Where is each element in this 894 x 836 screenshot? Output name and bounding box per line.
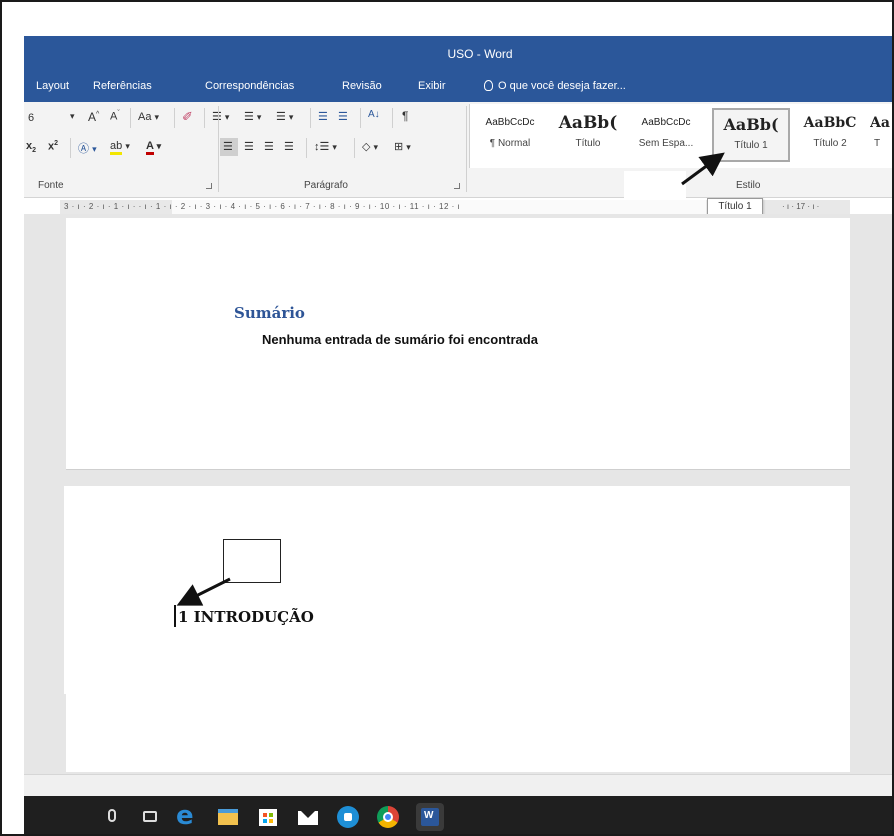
- grow-font-icon[interactable]: A^: [88, 110, 99, 124]
- style-name: T: [874, 138, 881, 149]
- taskbar: e W: [24, 796, 892, 834]
- increase-indent-icon[interactable]: ☰: [338, 110, 348, 123]
- style-heading-2[interactable]: AaBbC Título 2: [792, 108, 868, 162]
- style-heading-1[interactable]: AaBb( Título 1: [712, 108, 790, 162]
- subscript-icon[interactable]: x2: [26, 140, 36, 154]
- justify-icon[interactable]: ☰: [284, 140, 294, 153]
- separator: [204, 108, 205, 128]
- microphone-icon[interactable]: [98, 803, 126, 831]
- separator: [354, 138, 355, 158]
- style-name: Título 1: [734, 140, 768, 151]
- shading-icon[interactable]: ◇ ▾: [362, 140, 378, 153]
- change-case-button[interactable]: Aa ▾: [138, 111, 159, 123]
- style-sample: AaBbCcDc: [641, 117, 691, 128]
- task-view-icon[interactable]: [136, 803, 164, 831]
- separator: [174, 108, 175, 128]
- align-left-glyph: ☰: [223, 141, 233, 153]
- page-2[interactable]: 1 INTRODUÇÃO: [66, 486, 850, 772]
- numbering-icon[interactable]: ☰ ▾: [244, 110, 261, 123]
- separator: [130, 108, 131, 128]
- tab-layout[interactable]: Layout: [36, 80, 69, 92]
- align-center-icon[interactable]: ☰: [244, 140, 254, 153]
- tab-references[interactable]: Referências: [93, 80, 152, 92]
- file-explorer-icon[interactable]: [214, 803, 242, 831]
- style-next[interactable]: Aa T: [870, 108, 892, 162]
- window-title: USO - Word: [447, 47, 513, 61]
- tab-view[interactable]: Exibir: [418, 80, 446, 92]
- text-effects-icon[interactable]: Ⓐ ▾: [78, 140, 97, 156]
- style-name: Título 2: [813, 138, 847, 149]
- superscript-icon[interactable]: x2: [48, 140, 58, 153]
- styles-group-label: Estilo: [736, 180, 761, 191]
- decrease-indent-icon[interactable]: ☰: [318, 110, 328, 123]
- ribbon-tabs: Layout Referências Correspondências Revi…: [24, 72, 892, 102]
- app-icon[interactable]: [334, 803, 362, 831]
- separator: [360, 108, 361, 128]
- tell-me-text: O que você deseja fazer...: [498, 80, 626, 92]
- page-margin-patch: [64, 486, 84, 694]
- tab-review[interactable]: Revisão: [342, 80, 382, 92]
- ribbon: 6 ▾ A^ Aˇ Aa ▾ ✐ ☰ ▾ ☰ ▾ ☰ ▾ ☰ ☰ A↓ ¶ x2…: [24, 102, 892, 198]
- screenshot-frame: USO - Word Layout Referências Correspond…: [0, 0, 894, 836]
- highlight-icon[interactable]: ab ▾: [110, 140, 130, 155]
- change-case-label: Aa: [138, 111, 152, 123]
- store-icon[interactable]: [254, 803, 282, 831]
- ruler-marks: 3 · ı · 2 · ı · 1 · ı · · ı · 1 · ı · 2 …: [64, 202, 461, 211]
- font-group-label: Fonte: [38, 180, 64, 191]
- paragraph-dialog-launcher-icon[interactable]: [454, 183, 460, 189]
- toc-empty-message[interactable]: Nenhuma entrada de sumário foi encontrad…: [262, 332, 538, 347]
- style-name: Título: [575, 138, 601, 149]
- style-sample: Aa: [870, 115, 890, 131]
- lightbulb-icon: [484, 80, 493, 91]
- separator: [306, 138, 307, 158]
- separator: [392, 108, 393, 128]
- shrink-font-icon[interactable]: Aˇ: [110, 110, 120, 123]
- annotation-box: [223, 539, 281, 583]
- style-sample: AaBbC: [803, 115, 857, 131]
- style-name: Sem Espa...: [638, 138, 694, 149]
- ruler-marks-right: · ı · 17 · ı ·: [782, 202, 820, 211]
- word-icon[interactable]: W: [416, 803, 444, 831]
- style-no-spacing[interactable]: AaBbCcDc Sem Espa...: [628, 108, 704, 162]
- chrome-icon[interactable]: [374, 803, 402, 831]
- font-size-dropdown-icon[interactable]: ▾: [70, 111, 75, 122]
- multilevel-list-icon[interactable]: ☰ ▾: [276, 110, 293, 123]
- tab-mailings[interactable]: Correspondências: [205, 80, 294, 92]
- style-sample: AaBbCcDc: [485, 117, 535, 128]
- annotation-mask: [624, 171, 686, 201]
- text-cursor: [174, 605, 176, 627]
- status-bar: [24, 774, 892, 796]
- title-bar: USO - Word: [24, 36, 892, 72]
- borders-icon[interactable]: ⊞ ▾: [394, 140, 411, 153]
- tell-me-box[interactable]: O que você deseja fazer...: [484, 80, 626, 92]
- font-size-value[interactable]: 6: [28, 112, 34, 124]
- clear-formatting-icon[interactable]: ✐: [182, 109, 193, 125]
- document-canvas: Sumário Nenhuma entrada de sumário foi e…: [24, 214, 892, 774]
- paragraph-group-label: Parágrafo: [304, 180, 348, 191]
- heading-introducao[interactable]: 1 INTRODUÇÃO: [178, 608, 314, 626]
- separator: [218, 106, 219, 192]
- separator: [70, 138, 71, 158]
- mail-icon[interactable]: [294, 803, 322, 831]
- style-sample: AaBb(: [723, 115, 779, 134]
- styles-gallery: AaBbCcDc ¶ Normal AaBb( Título AaBbCcDc …: [469, 104, 892, 168]
- style-name: ¶ Normal: [489, 138, 531, 149]
- separator: [466, 106, 467, 192]
- style-title[interactable]: AaBb( Título: [550, 108, 626, 162]
- line-spacing-icon[interactable]: ↕☰ ▾: [314, 140, 337, 153]
- font-dialog-launcher-icon[interactable]: [206, 183, 212, 189]
- style-normal[interactable]: AaBbCcDc ¶ Normal: [472, 108, 548, 162]
- align-right-icon[interactable]: ☰: [264, 140, 274, 153]
- font-color-icon[interactable]: A ▾: [146, 140, 161, 155]
- style-sample: AaBb(: [558, 113, 618, 133]
- sort-icon[interactable]: A↓: [368, 109, 380, 120]
- bullets-icon[interactable]: ☰ ▾: [212, 110, 229, 123]
- separator: [310, 108, 311, 128]
- page-1[interactable]: Sumário Nenhuma entrada de sumário foi e…: [66, 218, 850, 470]
- edge-icon[interactable]: e: [174, 801, 202, 831]
- toc-title[interactable]: Sumário: [234, 304, 305, 322]
- pilcrow-icon[interactable]: ¶: [402, 109, 408, 123]
